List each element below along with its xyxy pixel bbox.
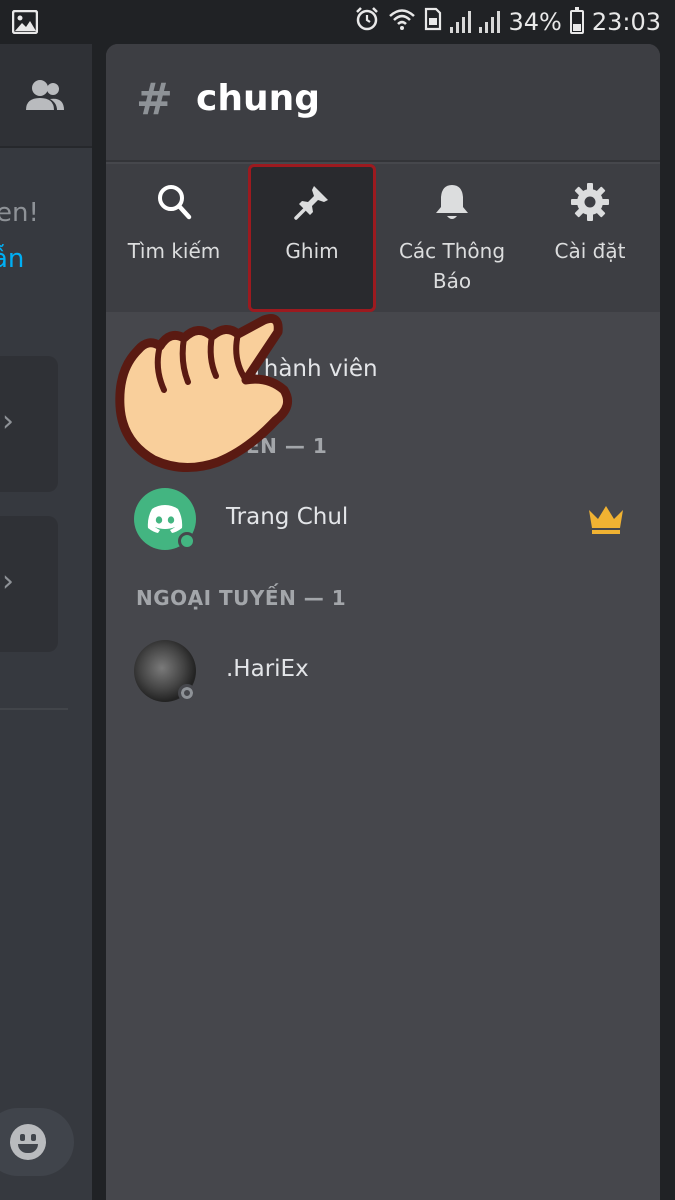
image-icon [11, 9, 39, 38]
chevron-right-icon: › [2, 404, 14, 439]
battery-icon [569, 7, 584, 34]
chat-header [0, 44, 92, 148]
notifications-label: Các Thông Báo [398, 239, 506, 293]
wifi-icon [388, 7, 416, 37]
signal-icon [479, 11, 501, 33]
battery-percent: 34% [508, 8, 562, 36]
chat-partial-link[interactable]: ẫn [0, 244, 24, 274]
notifications-button[interactable]: Các Thông Báo [388, 164, 516, 312]
settings-label: Cài đặt [554, 239, 626, 263]
clock: 23:03 [591, 8, 661, 36]
member-row[interactable]: Trang Chul [134, 488, 634, 552]
search-button[interactable]: Tìm kiếm [110, 164, 238, 312]
chat-card[interactable]: › [0, 356, 58, 492]
alarm-icon [354, 6, 380, 38]
search-icon [158, 185, 192, 220]
channel-title: chung [196, 78, 320, 119]
sim-icon [424, 7, 442, 37]
channel-drawer: # chung Tìm kiếm Ghim Các Thông Báo Cài … [106, 44, 660, 1200]
emoji-button[interactable] [0, 1108, 74, 1176]
chevron-right-icon: › [2, 564, 14, 599]
pins-button[interactable]: Ghim [248, 164, 376, 312]
crown-icon [586, 502, 626, 540]
member-name: .HariEx [226, 656, 309, 682]
members-icon[interactable] [24, 78, 66, 118]
online-status-dot [178, 532, 196, 550]
hash-icon: # [136, 74, 173, 125]
chat-partial-text: en! [0, 198, 39, 228]
signal-icon [450, 11, 472, 33]
member-row[interactable]: .HariEx [134, 640, 634, 704]
settings-button[interactable]: Cài đặt [526, 164, 654, 312]
pins-label: Ghim [285, 239, 339, 263]
gear-icon [571, 183, 609, 221]
offline-section-header: NGOẠI TUYẾN — 1 [136, 586, 347, 610]
chat-card[interactable]: › [0, 516, 58, 652]
member-name: Trang Chul [226, 504, 349, 530]
chat-background-panel: en! ẫn › › [0, 44, 92, 1200]
search-label: Tìm kiếm [127, 239, 221, 263]
channel-toolbar: Tìm kiếm Ghim Các Thông Báo Cài đặt [106, 164, 660, 312]
bell-icon [436, 185, 468, 219]
status-bar: 34% 23:03 [0, 0, 675, 44]
offline-status-dot [178, 684, 196, 702]
pin-icon [294, 186, 328, 220]
divider [0, 708, 68, 710]
channel-header: # chung [106, 44, 660, 162]
emoji-icon [10, 1124, 46, 1160]
pointing-hand-icon [115, 314, 293, 473]
